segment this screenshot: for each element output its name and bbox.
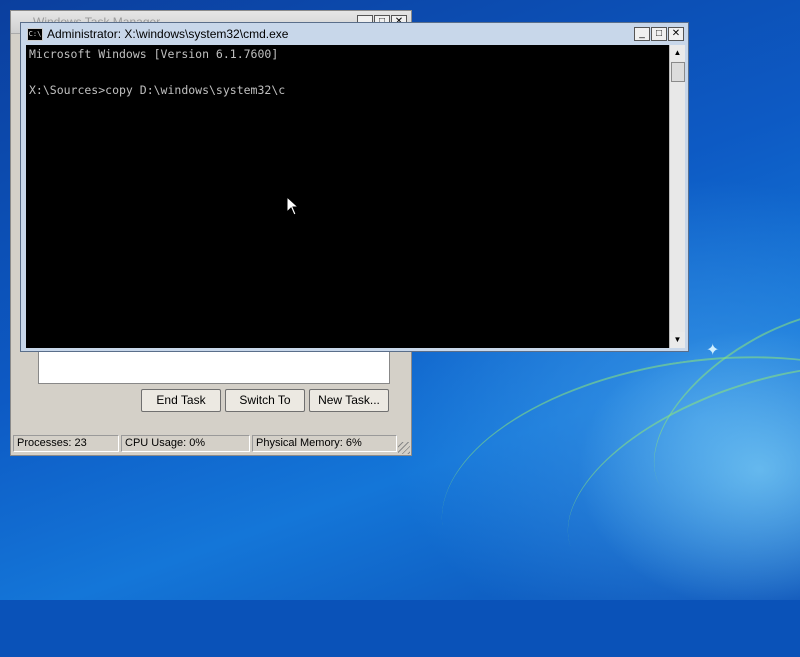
task-list[interactable]: [38, 351, 390, 384]
cmd-window[interactable]: C:\ Administrator: X:\windows\system32\c…: [20, 22, 689, 352]
status-bar: Processes: 23 CPU Usage: 0% Physical Mem…: [13, 435, 409, 453]
cmd-app-icon[interactable]: C:\: [27, 28, 43, 41]
scroll-thumb[interactable]: [671, 62, 685, 82]
mouse-cursor-icon: [286, 196, 300, 216]
end-task-button[interactable]: End Task: [141, 389, 221, 412]
cmd-close-button[interactable]: ✕: [668, 27, 684, 41]
cmd-maximize-button[interactable]: □: [651, 27, 667, 41]
scroll-down-icon[interactable]: ▼: [670, 332, 685, 348]
status-cpu-usage: CPU Usage: 0%: [121, 435, 250, 452]
cmd-minimize-button[interactable]: _: [634, 27, 650, 41]
status-processes: Processes: 23: [13, 435, 119, 452]
cmd-title: Administrator: X:\windows\system32\cmd.e…: [47, 27, 289, 41]
switch-to-button[interactable]: Switch To: [225, 389, 305, 412]
scroll-up-icon[interactable]: ▲: [670, 45, 685, 61]
cmd-titlebar[interactable]: C:\ Administrator: X:\windows\system32\c…: [21, 23, 688, 45]
new-task-button[interactable]: New Task...: [309, 389, 389, 412]
resize-grip[interactable]: [398, 442, 410, 454]
console-line: Microsoft Windows [Version 6.1.7600]: [29, 47, 279, 61]
status-physical-memory: Physical Memory: 6%: [252, 435, 397, 452]
vertical-scrollbar[interactable]: ▲ ▼: [669, 45, 685, 348]
console-area[interactable]: Microsoft Windows [Version 6.1.7600] X:\…: [26, 45, 669, 348]
bird-icon: ✦: [706, 342, 720, 359]
console-line: X:\Sources>copy D:\windows\system32\c: [29, 83, 286, 97]
